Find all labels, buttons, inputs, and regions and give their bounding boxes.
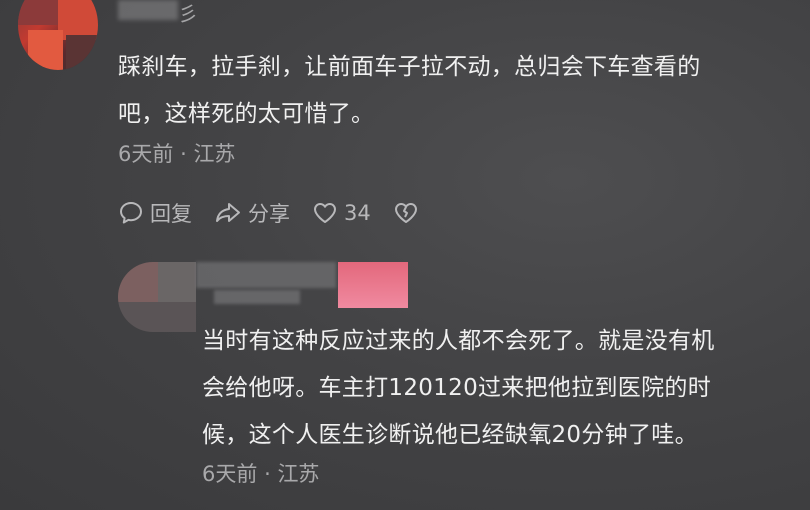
share-button[interactable]: 分享 xyxy=(214,198,290,228)
avatar[interactable] xyxy=(18,0,98,70)
reply-time: 6天前 xyxy=(202,462,258,486)
heart-icon xyxy=(314,203,336,223)
comment-location: 江苏 xyxy=(193,142,236,166)
reply-avatar[interactable] xyxy=(118,262,196,332)
reply-label: 回复 xyxy=(150,202,192,226)
reply-username-blurred[interactable] xyxy=(196,262,336,288)
share-arrow-icon xyxy=(216,203,240,222)
comment-bubble-icon xyxy=(120,202,142,224)
reply-text: 当时有这种反应过来的人都不会死了。就是没有机 会给他呀。车主打120120过来把… xyxy=(202,328,715,448)
comment-time: 6天前 xyxy=(118,142,174,166)
reply-button[interactable]: 回复 xyxy=(118,198,192,228)
comment-actions: 回复 分享 34 xyxy=(118,198,447,228)
reply-badge xyxy=(338,262,408,308)
reply-meta: 6天前 · 江苏 xyxy=(202,458,319,488)
meta-separator: · xyxy=(180,142,187,166)
like-button[interactable]: 34 xyxy=(312,200,371,226)
username-suffix[interactable]: 彡 xyxy=(178,0,198,27)
like-count: 34 xyxy=(344,201,371,225)
comment-text: 踩刹车，拉手刹，让前面车子拉不动，总归会下车查看的 吧，这样死的太可惜了。 xyxy=(118,54,701,127)
meta-separator: · xyxy=(264,462,271,486)
username-blurred[interactable] xyxy=(118,0,178,20)
broken-heart-icon xyxy=(394,203,417,223)
dislike-button[interactable] xyxy=(393,200,425,226)
reply-location: 江苏 xyxy=(277,462,320,486)
comment-meta: 6天前 · 江苏 xyxy=(118,138,235,168)
reply-username-blurred-secondary xyxy=(214,290,300,304)
share-label: 分享 xyxy=(248,202,290,226)
